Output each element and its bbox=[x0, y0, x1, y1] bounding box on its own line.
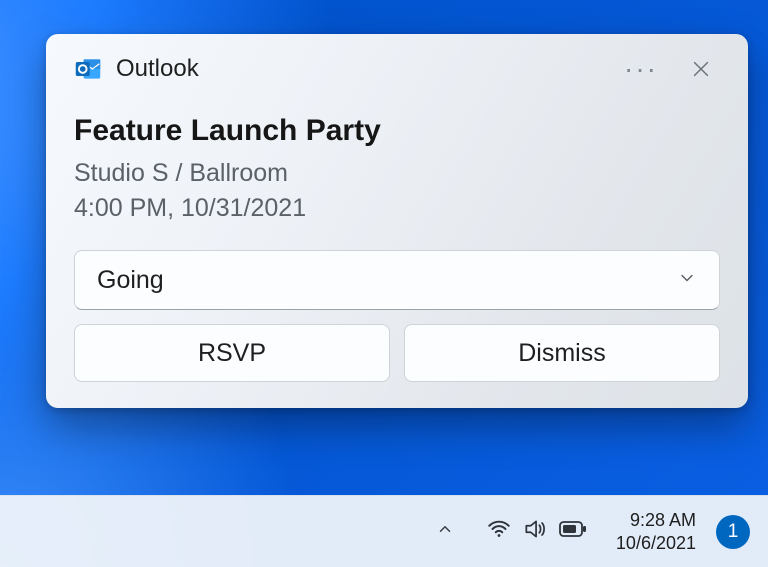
system-tray[interactable] bbox=[478, 510, 596, 553]
event-time: 4:00 PM, 10/31/2021 bbox=[74, 191, 720, 226]
toast-actions: RSVP Dismiss bbox=[74, 324, 720, 382]
outlook-icon bbox=[74, 55, 102, 83]
clock-date: 10/6/2021 bbox=[616, 532, 696, 555]
notification-toast: Outlook ··· Feature Launch Party Studio … bbox=[46, 34, 748, 408]
more-options-button[interactable]: ··· bbox=[614, 56, 668, 82]
taskbar-clock[interactable]: 9:28 AM 10/6/2021 bbox=[612, 505, 700, 558]
rsvp-button[interactable]: RSVP bbox=[74, 324, 390, 382]
volume-icon bbox=[522, 516, 548, 547]
chevron-down-icon bbox=[677, 266, 697, 295]
dismiss-button[interactable]: Dismiss bbox=[404, 324, 720, 382]
notification-center-button[interactable]: 1 bbox=[716, 515, 750, 549]
notification-count: 1 bbox=[728, 521, 739, 543]
clock-time: 9:28 AM bbox=[616, 509, 696, 532]
rsvp-status-dropdown[interactable]: Going bbox=[74, 250, 720, 310]
tray-overflow-button[interactable] bbox=[428, 512, 462, 551]
chevron-up-icon bbox=[436, 520, 454, 538]
battery-icon bbox=[558, 518, 588, 545]
toast-app-name: Outlook bbox=[116, 55, 600, 83]
close-button[interactable] bbox=[682, 52, 720, 86]
toast-header: Outlook ··· bbox=[74, 52, 720, 86]
event-title: Feature Launch Party bbox=[74, 114, 720, 148]
event-location: Studio S / Ballroom bbox=[74, 156, 720, 191]
dropdown-selected-value: Going bbox=[97, 266, 164, 295]
taskbar: 9:28 AM 10/6/2021 1 bbox=[0, 495, 768, 567]
close-icon bbox=[690, 58, 712, 80]
wifi-icon bbox=[486, 516, 512, 547]
